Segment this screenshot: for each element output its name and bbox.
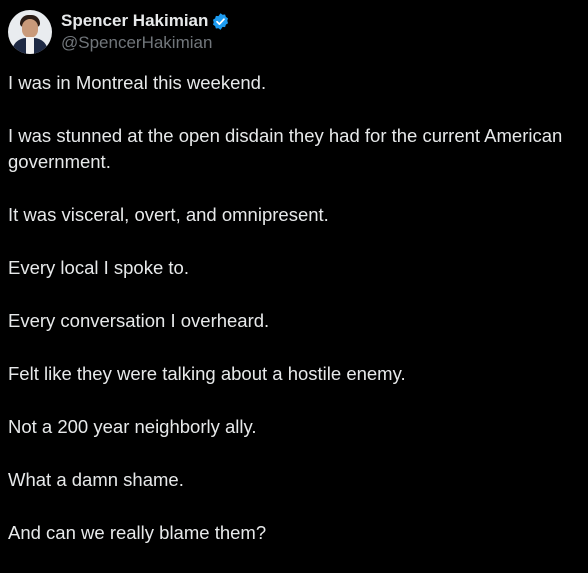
tweet-paragraph: And can we really blame them? bbox=[8, 522, 267, 543]
author-names: Spencer Hakimian @SpencerHakimian bbox=[61, 10, 230, 54]
name-row: Spencer Hakimian bbox=[61, 10, 230, 32]
author-display-name[interactable]: Spencer Hakimian bbox=[61, 10, 208, 32]
tweet-paragraph: Felt like they were talking about a host… bbox=[8, 363, 406, 384]
tweet-card: Spencer Hakimian @SpencerHakimian I was … bbox=[0, 0, 588, 553]
tweet-paragraph: Every conversation I overheard. bbox=[8, 310, 270, 331]
avatar-shirt bbox=[26, 37, 34, 54]
author-handle[interactable]: @SpencerHakimian bbox=[61, 32, 230, 54]
tweet-paragraph: I was stunned at the open disdain they h… bbox=[8, 125, 563, 172]
tweet-paragraph: Not a 200 year neighborly ally. bbox=[8, 416, 257, 437]
verified-badge-icon bbox=[211, 12, 230, 31]
tweet-paragraph: It was visceral, overt, and omnipresent. bbox=[8, 204, 329, 225]
tweet-paragraph: Every local I spoke to. bbox=[8, 257, 189, 278]
tweet-paragraph: What a damn shame. bbox=[8, 469, 184, 490]
tweet-text: I was in Montreal this weekend. I was st… bbox=[8, 70, 584, 573]
avatar-face bbox=[22, 19, 38, 38]
tweet-header: Spencer Hakimian @SpencerHakimian bbox=[8, 10, 230, 54]
avatar[interactable] bbox=[8, 10, 52, 54]
tweet-paragraph: I was in Montreal this weekend. bbox=[8, 72, 267, 93]
